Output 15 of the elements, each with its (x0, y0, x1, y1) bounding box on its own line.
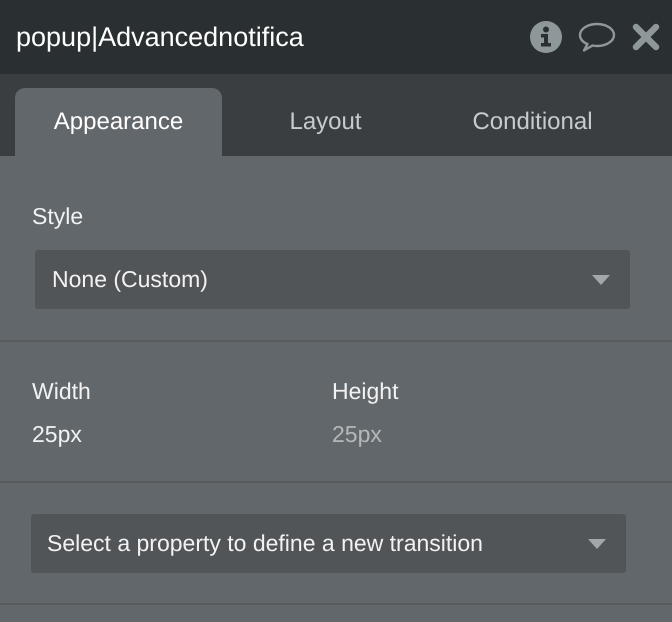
caret-icon (592, 274, 610, 284)
close-icon[interactable] (632, 23, 660, 51)
info-icon[interactable] (530, 21, 562, 53)
field-label: Width (32, 377, 91, 405)
style-dropdown[interactable]: None (Custom) (35, 250, 630, 309)
field-label: Height (332, 377, 398, 405)
window-title: popup|Advancednotifica (16, 20, 304, 54)
size-value[interactable]: 25px (32, 420, 82, 448)
tab[interactable]: Appearance (15, 88, 222, 156)
speech-bubble-icon[interactable] (578, 22, 616, 52)
tab[interactable]: Conditional (429, 88, 636, 156)
caret-icon (588, 538, 606, 548)
transition-dropdown[interactable]: Select a property to define a new transition (31, 514, 626, 573)
tab[interactable]: Layout (222, 88, 429, 156)
field-label: Style (32, 202, 84, 230)
